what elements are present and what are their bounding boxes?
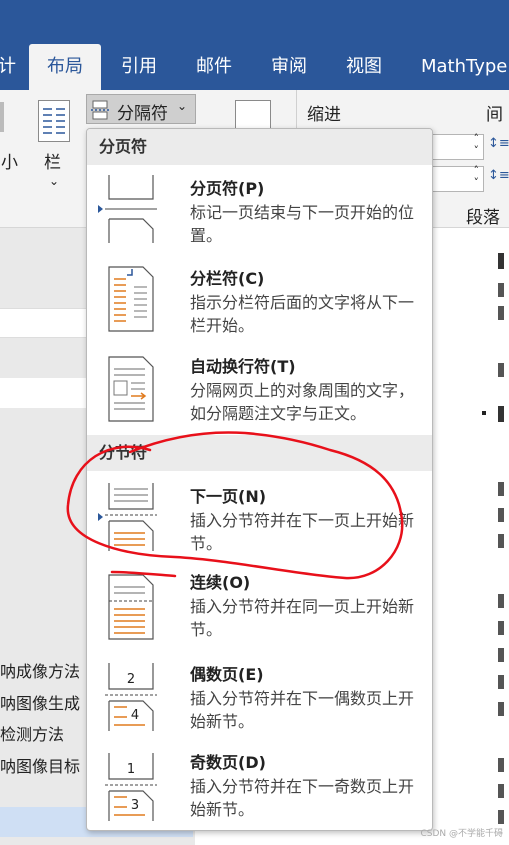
red-annotation-circle (66, 431, 404, 580)
watermark: CSDN @不学能千碍 (420, 829, 503, 839)
